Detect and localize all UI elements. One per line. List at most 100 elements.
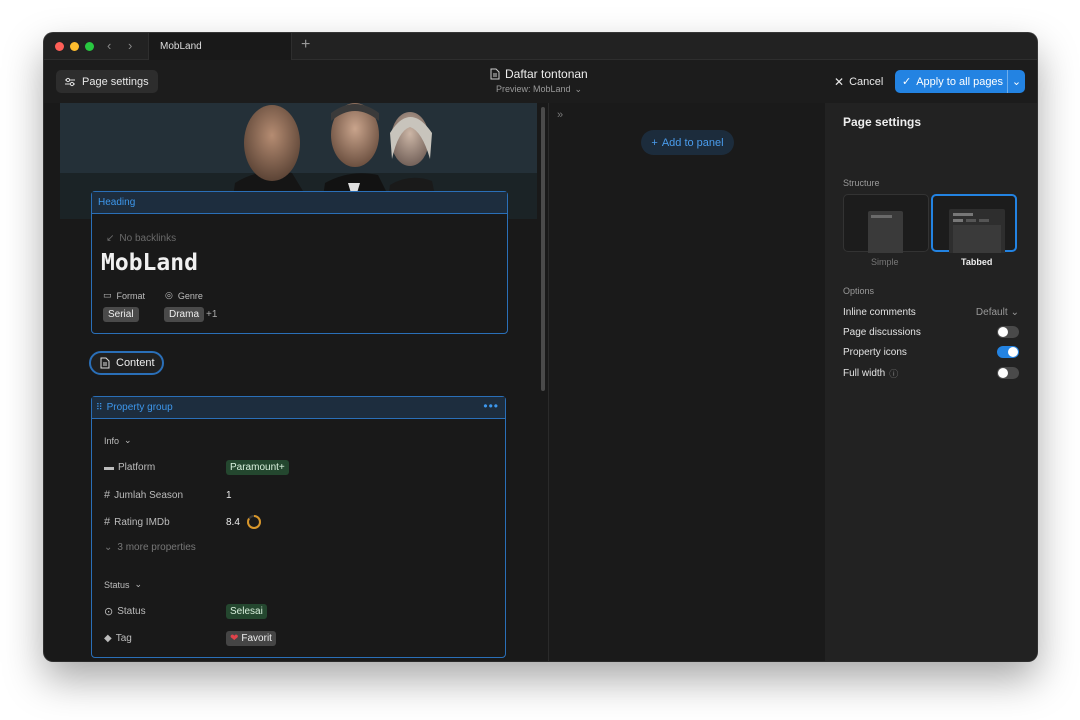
number-icon: # xyxy=(104,489,111,501)
close-icon: ✕ xyxy=(834,75,845,89)
apply-options-dropdown[interactable]: ⌄ xyxy=(1007,70,1025,93)
monitor-icon: ▬ xyxy=(104,461,114,473)
forward-arrow-icon[interactable]: › xyxy=(128,38,132,53)
format-value-tag[interactable]: Serial xyxy=(103,307,139,322)
page-settings-sidebar: Page settings Structure Simple Tabbed Op… xyxy=(825,103,1037,661)
property-row[interactable]: # Rating IMDb 8.4 xyxy=(104,513,494,531)
property-group-label: Property group xyxy=(106,402,173,413)
status-section-toggle[interactable]: Status ⌄ xyxy=(104,579,142,590)
property-row[interactable]: ◆ Tag ❤ Favorit xyxy=(104,629,494,647)
option-label: Inline comments xyxy=(843,306,916,318)
property-row[interactable]: # Jumlah Season 1 xyxy=(104,486,494,504)
status-tag[interactable]: Selesai xyxy=(226,603,267,619)
structure-heading: Structure xyxy=(843,178,880,188)
info-icon[interactable]: ⓘ xyxy=(889,367,898,380)
heading-block-label: Heading xyxy=(92,192,507,214)
season-count-value: 1 xyxy=(226,489,232,501)
chevron-down-icon: ⌄ xyxy=(1011,76,1022,88)
property-key: Status xyxy=(117,605,146,617)
plus-icon: + xyxy=(651,136,658,149)
structure-simple-option[interactable] xyxy=(843,194,929,253)
status-icon: ⊙ xyxy=(104,605,114,618)
status-section-label: Status xyxy=(104,579,130,590)
back-arrow-icon[interactable]: ‹ xyxy=(107,38,111,53)
document-title-text: Daftar tontonan xyxy=(505,67,588,81)
content-button[interactable]: Content xyxy=(89,351,164,375)
more-properties-toggle[interactable]: ⌄ 3 more properties xyxy=(104,542,196,553)
app-window: ‹ › MobLand + Page settings Daftar tonto… xyxy=(44,33,1037,661)
browser-tab[interactable]: MobLand xyxy=(148,33,292,60)
more-properties-label: 3 more properties xyxy=(117,542,196,553)
minimize-window-button[interactable] xyxy=(70,42,79,51)
page-preview-canvas: Heading ↙ No backlinks MobLand ▭ Format … xyxy=(60,103,537,661)
close-window-button[interactable] xyxy=(55,42,64,51)
preview-selector[interactable]: Preview: MobLand ⌄ xyxy=(496,84,582,95)
rating-value: 8.4 xyxy=(226,516,240,528)
page-discussions-toggle[interactable] xyxy=(997,326,1019,338)
tag-icon: ◆ xyxy=(104,632,112,644)
preview-label: Preview: MobLand xyxy=(496,84,571,94)
page-settings-button[interactable]: Page settings xyxy=(56,70,158,93)
inline-comments-value: Default xyxy=(975,306,1008,318)
backlinks-text: No backlinks xyxy=(119,233,177,244)
favorite-tag[interactable]: ❤ Favorit xyxy=(226,630,276,646)
toolbar: Page settings Daftar tontonan Preview: M… xyxy=(44,60,1037,103)
sidebar-title: Page settings xyxy=(843,115,922,129)
page-icon xyxy=(490,68,500,80)
canvas-scrollbar[interactable] xyxy=(541,107,545,391)
format-icon: ▭ xyxy=(103,290,112,300)
genre-value-tag[interactable]: Drama xyxy=(164,307,205,322)
option-label: Full width xyxy=(843,367,886,379)
chevron-down-icon: ⌄ xyxy=(134,579,143,589)
property-row[interactable]: ⊙ Status Selesai xyxy=(104,602,494,620)
side-panel-area: » + Add to panel xyxy=(549,103,825,661)
tab-title: MobLand xyxy=(160,41,202,52)
info-section-toggle[interactable]: Info ⌄ xyxy=(104,435,132,446)
rating-ring-icon xyxy=(246,515,261,529)
property-icons-toggle[interactable] xyxy=(997,346,1019,358)
genre-label-text: Genre xyxy=(177,290,203,301)
inline-comments-select[interactable]: Default ⌄ xyxy=(976,307,1019,318)
favorite-tag-label: Favorit xyxy=(241,632,272,644)
heading-block[interactable]: Heading ↙ No backlinks MobLand ▭ Format … xyxy=(91,191,508,334)
arrow-down-left-icon: ↙ xyxy=(106,233,115,244)
apply-to-all-pages-button[interactable]: ✓ Apply to all pages ⌄ xyxy=(895,70,1025,93)
option-label: Page discussions xyxy=(843,326,921,338)
drag-handle-icon[interactable]: ⠿ xyxy=(96,402,103,413)
zoom-window-button[interactable] xyxy=(85,42,94,51)
property-key: Platform xyxy=(118,461,156,473)
more-options-icon[interactable]: ••• xyxy=(483,399,499,413)
add-to-panel-button[interactable]: + Add to panel xyxy=(641,130,734,155)
add-to-panel-label: Add to panel xyxy=(661,136,724,149)
heart-icon: ❤ xyxy=(230,632,239,644)
platform-tag[interactable]: Paramount+ xyxy=(226,459,289,475)
apply-label: Apply to all pages xyxy=(916,75,1004,88)
page-discussions-option[interactable]: Page discussions xyxy=(843,324,1019,340)
genre-more-count[interactable]: +1 xyxy=(206,309,217,320)
property-row[interactable]: ▬ Platform Paramount+ xyxy=(104,458,494,476)
document-title: Daftar tontonan xyxy=(490,67,588,81)
chevron-down-icon: ⌄ xyxy=(574,84,583,94)
property-group-block[interactable]: ⠿ Property group ••• Info ⌄ ▬ Platform P… xyxy=(91,396,506,658)
options-heading: Options xyxy=(843,286,875,296)
property-key: Rating IMDb xyxy=(114,516,170,528)
structure-simple-label: Simple xyxy=(871,257,899,267)
new-tab-icon[interactable]: + xyxy=(301,36,310,54)
cancel-button[interactable]: ✕ Cancel xyxy=(834,75,883,89)
page-icon xyxy=(100,357,110,369)
property-icons-option[interactable]: Property icons xyxy=(843,344,1019,360)
double-chevron-right-icon[interactable]: » xyxy=(557,109,563,121)
genre-icon: ◎ xyxy=(165,290,173,300)
number-icon: # xyxy=(104,516,111,528)
inline-comments-option[interactable]: Inline comments Default ⌄ xyxy=(843,304,1019,320)
backlinks-indicator[interactable]: ↙ No backlinks xyxy=(106,233,176,244)
full-width-option[interactable]: Full width ⓘ xyxy=(843,365,1019,381)
structure-tabbed-label: Tabbed xyxy=(961,257,993,267)
full-width-toggle[interactable] xyxy=(997,367,1019,379)
title-bar: ‹ › MobLand + xyxy=(44,33,1037,60)
format-property-label: ▭ Format xyxy=(103,290,145,301)
option-label: Property icons xyxy=(843,346,907,358)
property-key: Jumlah Season xyxy=(114,489,184,501)
page-title: MobLand xyxy=(101,250,198,276)
structure-tabbed-option[interactable] xyxy=(931,194,1017,253)
